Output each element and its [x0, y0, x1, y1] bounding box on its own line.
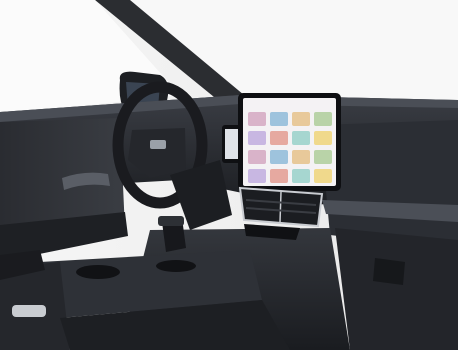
steering-wheel-logo — [150, 140, 166, 149]
app-tile — [248, 112, 266, 126]
center-touchscreen — [238, 93, 341, 191]
cupholder-left — [76, 265, 120, 279]
app-tile — [248, 150, 266, 164]
app-tile — [270, 112, 288, 126]
app-tile — [292, 150, 310, 164]
app-tile — [270, 150, 288, 164]
gear-selector-knob — [158, 216, 184, 226]
glovebox — [335, 228, 458, 350]
app-tile — [292, 112, 310, 126]
app-tile — [270, 131, 288, 145]
app-tile — [270, 169, 288, 183]
armrest-button — [12, 305, 46, 317]
app-tile — [292, 131, 310, 145]
app-tile — [292, 169, 310, 183]
cupholder-right — [156, 260, 196, 272]
car-interior-illustration — [0, 0, 458, 350]
glovebox-handle — [373, 258, 405, 285]
app-tile — [248, 169, 266, 183]
vent-divider — [279, 191, 282, 223]
car-interior-photo — [0, 0, 458, 350]
app-tile — [314, 112, 332, 126]
app-tile — [248, 131, 266, 145]
app-tile — [314, 131, 332, 145]
app-tile — [314, 150, 332, 164]
app-tile — [314, 169, 332, 183]
